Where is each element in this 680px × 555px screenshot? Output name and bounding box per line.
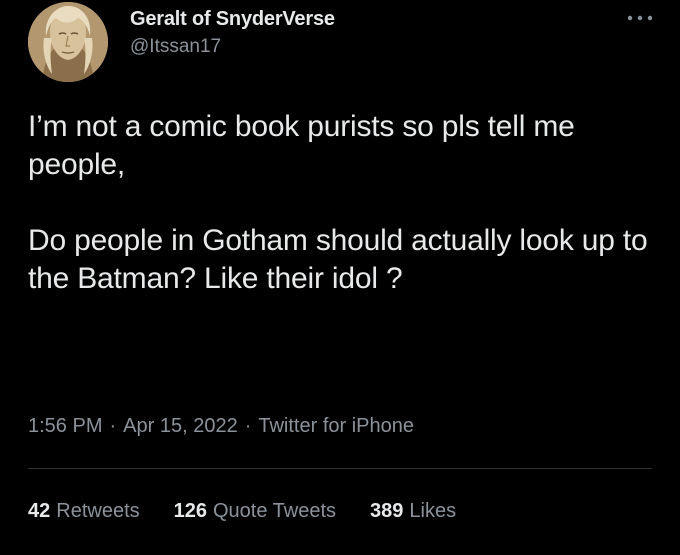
- tweet-card: Geralt of SnyderVerse @Itssan17 I’m not …: [0, 0, 680, 555]
- retweets-stat[interactable]: 42 Retweets: [28, 497, 140, 525]
- more-dots-icon: [627, 15, 653, 21]
- tweet-time[interactable]: 1:56 PM: [28, 415, 102, 437]
- author-block: Geralt of SnyderVerse @Itssan17: [130, 6, 335, 60]
- likes-stat[interactable]: 389 Likes: [370, 497, 456, 525]
- tweet-paragraph: Do people in Gotham should actually look…: [28, 224, 648, 295]
- meta-separator: ·: [244, 415, 252, 437]
- quote-tweets-label: Quote Tweets: [213, 500, 337, 522]
- tweet-date[interactable]: Apr 15, 2022: [123, 415, 238, 437]
- tweet-paragraph: I’m not a comic book purists so pls tell…: [28, 110, 575, 181]
- avatar[interactable]: [28, 2, 108, 82]
- meta-separator: ·: [109, 415, 117, 437]
- tweet-text: I’m not a comic book purists so pls tell…: [28, 108, 658, 298]
- tweet-metadata: 1:56 PM · Apr 15, 2022 · Twitter for iPhone: [28, 412, 414, 440]
- likes-count: 389: [370, 500, 404, 522]
- user-handle[interactable]: @Itssan17: [130, 34, 335, 60]
- tweet-source[interactable]: Twitter for iPhone: [258, 415, 414, 437]
- display-name[interactable]: Geralt of SnyderVerse: [130, 6, 335, 32]
- quote-tweets-stat[interactable]: 126 Quote Tweets: [174, 497, 336, 525]
- retweets-label: Retweets: [56, 500, 140, 522]
- retweets-count: 42: [28, 500, 51, 522]
- likes-label: Likes: [409, 500, 457, 522]
- more-options-button[interactable]: [622, 8, 658, 28]
- user-avatar-icon: [28, 2, 108, 82]
- engagement-stats: 42 Retweets 126 Quote Tweets 389 Likes: [28, 497, 456, 525]
- quote-tweets-count: 126: [173, 500, 207, 522]
- divider: [28, 468, 652, 469]
